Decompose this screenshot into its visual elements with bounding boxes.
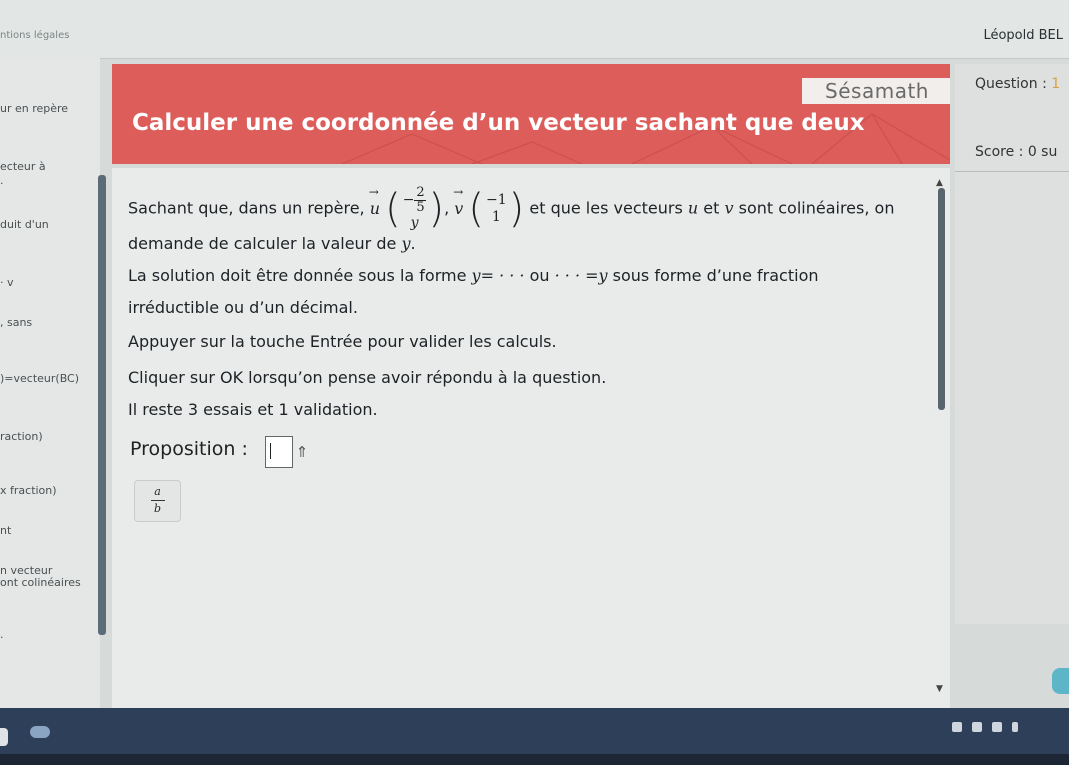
tray-icon[interactable]: [952, 722, 962, 732]
proposition-label: Proposition :: [130, 438, 248, 460]
fraction-button-numerator: a: [154, 485, 161, 498]
sidebar-item[interactable]: nt: [0, 524, 11, 537]
exercise-title: Calculer une coordonnée d’un vecteur sac…: [132, 110, 865, 136]
exponent-toggle-button[interactable]: ⇑: [294, 440, 310, 464]
refresh-icon[interactable]: [1052, 668, 1069, 694]
question-number: 1: [1051, 76, 1061, 92]
divider: [955, 171, 1069, 172]
sidebar: ur en repère ecteur à . duit d'un · v , …: [0, 58, 100, 708]
inline-u: u: [687, 198, 699, 218]
statement-text: et: [698, 198, 725, 218]
legal-mentions-link[interactable]: ntions légales: [0, 30, 69, 41]
app-icon[interactable]: [30, 726, 50, 738]
tray-icon[interactable]: [972, 722, 982, 732]
sidebar-item[interactable]: )=vecteur(BC): [0, 372, 79, 385]
sesamath-logo: Sésamath: [802, 78, 950, 104]
scroll-down-icon[interactable]: ▼: [936, 684, 943, 694]
taskbar-edge: [0, 728, 8, 746]
instruction-enter: Appuyer sur la touche Entrée pour valide…: [128, 332, 557, 351]
sidebar-item[interactable]: .: [0, 174, 4, 187]
tray-icon[interactable]: [992, 722, 1002, 732]
statement-text: .: [410, 234, 416, 253]
fraction-button-denominator: b: [153, 502, 162, 515]
statement-line-2: demande de calculer la valeur de y.: [128, 234, 416, 253]
u-x-fraction: 2 5: [414, 185, 427, 215]
v-x: −1: [486, 192, 507, 208]
text-cursor: [270, 443, 271, 459]
sidebar-item[interactable]: , sans: [0, 316, 32, 329]
form-2: · · · =y: [554, 266, 608, 285]
sidebar-item[interactable]: ont colinéaires: [0, 576, 81, 589]
vector-u-coordinates: ( − 2 5 y ): [385, 185, 445, 232]
sidebar-item[interactable]: · v: [0, 276, 14, 289]
v-y: 1: [491, 209, 501, 225]
statement-line-4: irréductible ou d’un décimal.: [128, 298, 358, 317]
form-1: y= · · ·: [471, 266, 525, 285]
content-scrollbar-thumb[interactable]: [938, 188, 945, 410]
answer-input[interactable]: [265, 436, 293, 468]
statement-text: La solution doit être donnée sous la for…: [128, 266, 472, 285]
vector-v: v: [453, 185, 463, 218]
question-label: Question : 1: [975, 76, 1060, 92]
sidebar-item[interactable]: .: [0, 628, 4, 641]
vector-v-coordinates: ( −1 1 ): [468, 186, 525, 232]
sidebar-item[interactable]: ur en repère: [0, 102, 68, 115]
exercise-header: Sésamath Calculer une coordonnée d’un ve…: [112, 64, 950, 164]
sidebar-item[interactable]: raction): [0, 430, 43, 443]
statement-text: Sachant que, dans un repère,: [128, 198, 365, 218]
statement-text: et que les vecteurs: [529, 198, 688, 218]
tray-icon[interactable]: [1012, 722, 1018, 732]
statement-text: ou: [524, 266, 555, 285]
u-x-sign: −: [402, 192, 415, 208]
sidebar-scrollbar[interactable]: [98, 175, 106, 635]
statement-text: demande de calculer la valeur de: [128, 234, 402, 253]
scroll-up-icon[interactable]: ▲: [936, 178, 943, 188]
score-label: Score : 0 su: [975, 144, 1058, 160]
u-x-numerator: 2: [416, 185, 425, 200]
user-name: Léopold BEL: [983, 28, 1063, 43]
u-y: y: [410, 215, 419, 231]
sidebar-item[interactable]: ecteur à: [0, 160, 46, 173]
attempts-remaining: Il reste 3 essais et 1 validation.: [128, 400, 378, 419]
sidebar-item[interactable]: x fraction): [0, 484, 57, 497]
vector-u: u: [369, 185, 380, 218]
u-x-denominator: 5: [416, 200, 425, 215]
question-label-text: Question :: [975, 76, 1052, 92]
instruction-ok: Cliquer sur OK lorsqu’on pense avoir rép…: [128, 368, 607, 387]
browser-top-bar: ntions légales Léopold BEL: [0, 0, 1069, 59]
statement-text: sont colinéaires, on: [733, 198, 895, 218]
fraction-button[interactable]: a b: [134, 480, 181, 522]
inline-v: v: [724, 198, 734, 218]
os-taskbar: [0, 708, 1069, 765]
statement-line-1: Sachant que, dans un repère, u ( − 2 5 y…: [128, 185, 895, 232]
score-panel: Question : 1 Score : 0 su: [955, 64, 1069, 624]
sidebar-item[interactable]: duit d'un: [0, 218, 49, 231]
statement-text: sous forme d’une fraction: [607, 266, 819, 285]
statement-line-3: La solution doit être donnée sous la for…: [128, 266, 819, 285]
